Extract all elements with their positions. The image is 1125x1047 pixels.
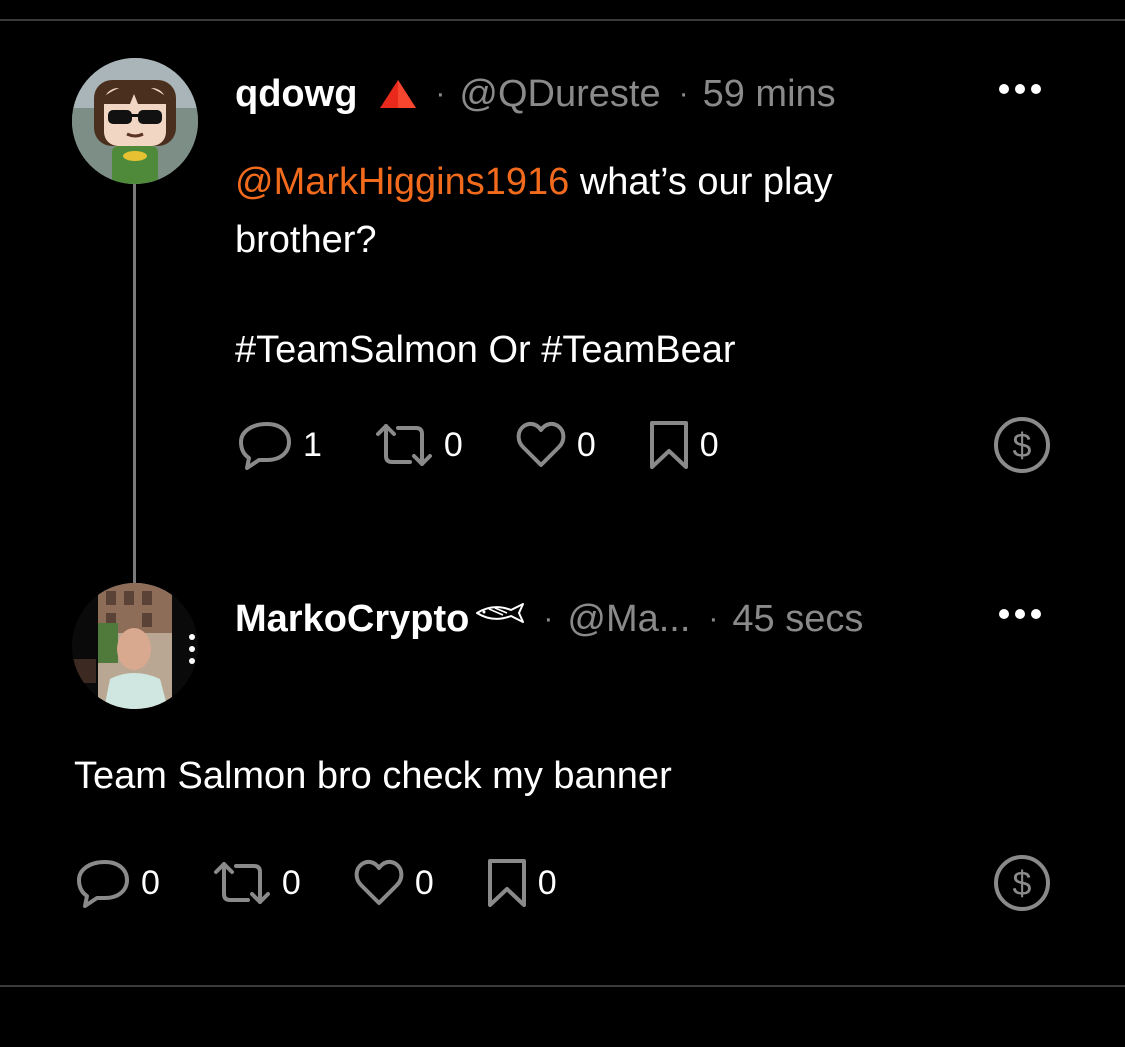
red-triangle-icon [379, 79, 417, 109]
svg-text:$: $ [1013, 865, 1032, 903]
reply-button[interactable]: 1 [237, 418, 322, 472]
user-handle[interactable]: @QDureste [459, 72, 660, 116]
top-divider [0, 19, 1125, 21]
user-mention-link[interactable]: @MarkHiggins1916 [235, 161, 569, 203]
display-name[interactable]: MarkoCrypto [235, 597, 469, 641]
tip-button[interactable]: $ [993, 854, 1051, 912]
post-actions: 0 0 0 0 [75, 856, 557, 910]
bookmark-button[interactable]: 0 [648, 419, 719, 471]
more-dot-icon [999, 84, 1009, 94]
separator-dot: · [435, 77, 446, 110]
more-dot-icon [1031, 609, 1041, 619]
post-header: qdowg · @QDureste · 59 mins [235, 72, 836, 116]
more-dot-icon [1031, 84, 1041, 94]
svg-text:$: $ [1013, 427, 1032, 465]
bookmark-icon [487, 859, 526, 907]
bookmark-icon [649, 421, 688, 469]
repost-count: 0 [443, 425, 463, 464]
more-dot-icon [1015, 609, 1025, 619]
separator-dot: · [678, 77, 689, 110]
post-header: MarkoCrypto · @Ma... · 45 secs [235, 597, 863, 641]
hashtag-line[interactable]: #TeamSalmon Or #TeamBear [235, 321, 995, 379]
repost-button[interactable]: 0 [212, 858, 301, 908]
bookmark-count: 0 [699, 425, 719, 464]
like-count: 0 [576, 425, 596, 464]
reply-icon [77, 860, 129, 908]
dollar-icon: $ [994, 417, 1050, 473]
post-text-segment: what’s our play [569, 161, 833, 203]
post-text-line: brother? [235, 219, 377, 261]
like-count: 0 [414, 863, 434, 902]
separator-dot: · [708, 602, 719, 635]
repost-icon [213, 862, 270, 904]
more-options-button[interactable] [999, 84, 1041, 94]
post-text-line: @MarkHiggins1916 what’s our play [235, 153, 995, 211]
more-options-button[interactable] [999, 609, 1041, 619]
more-dot-icon [999, 609, 1009, 619]
repost-icon [375, 424, 432, 466]
dollar-icon: $ [994, 855, 1050, 911]
repost-count: 0 [281, 863, 301, 902]
bookmark-button[interactable]: 0 [486, 857, 557, 909]
bookmark-count: 0 [537, 863, 557, 902]
fish-icon [471, 602, 525, 624]
heart-icon [354, 859, 404, 905]
avatar[interactable] [72, 583, 198, 709]
more-dot-icon [1015, 84, 1025, 94]
bottom-divider [0, 985, 1125, 987]
display-name[interactable]: qdowg [235, 72, 357, 116]
post-timestamp[interactable]: 45 secs [732, 597, 863, 641]
reply-icon [239, 422, 291, 470]
thread-connector-line [133, 183, 136, 583]
tip-button[interactable]: $ [993, 416, 1051, 474]
like-button[interactable]: 0 [515, 421, 596, 469]
reply-button[interactable]: 0 [75, 856, 160, 910]
reply-count: 0 [141, 863, 160, 902]
like-button[interactable]: 0 [353, 859, 434, 907]
post-actions: 1 0 0 0 [237, 418, 719, 472]
reply-count: 1 [303, 425, 322, 464]
user-handle[interactable]: @Ma... [567, 597, 690, 641]
heart-icon [516, 421, 566, 467]
repost-button[interactable]: 0 [374, 420, 463, 470]
avatar[interactable] [72, 58, 198, 184]
separator-dot: · [543, 602, 554, 635]
post-text: Team Salmon bro check my banner [74, 755, 672, 797]
post-timestamp[interactable]: 59 mins [703, 72, 836, 116]
post-text: @MarkHiggins1916 what’s our play brother… [235, 153, 995, 379]
